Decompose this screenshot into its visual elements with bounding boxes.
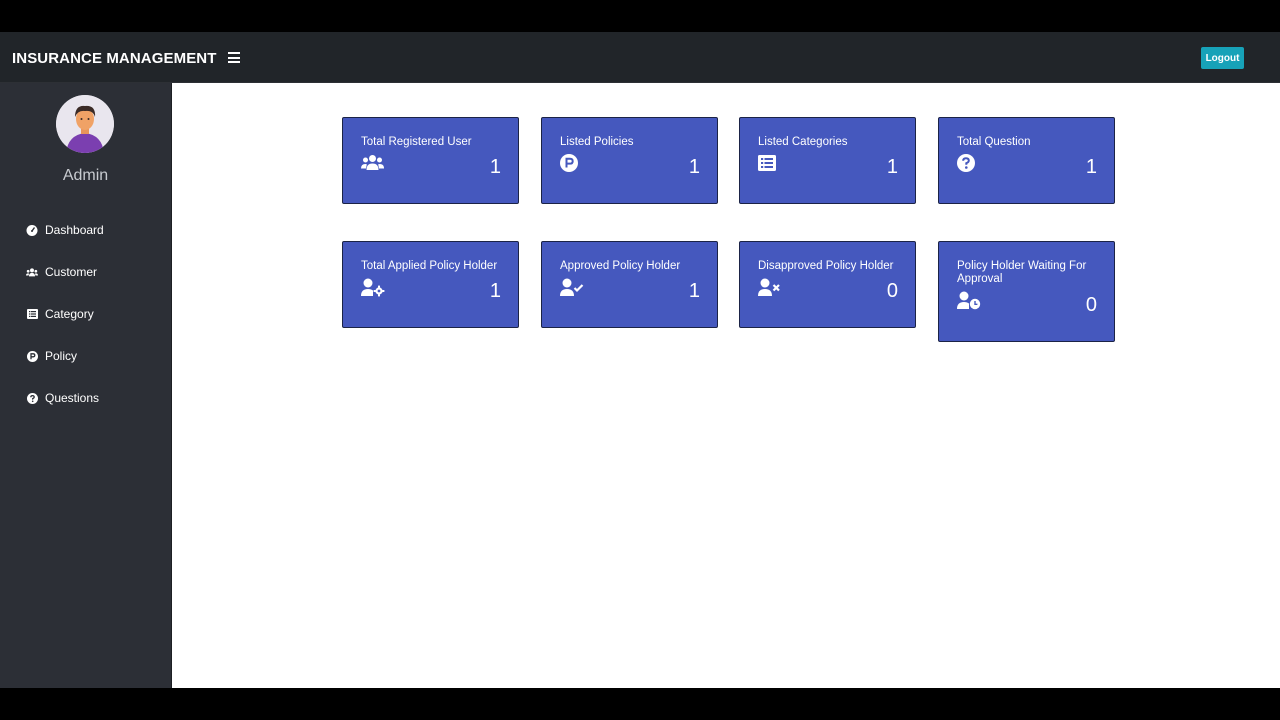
policy-p-icon: [560, 154, 582, 172]
card-total-question[interactable]: Total Question 1: [938, 117, 1115, 204]
card-title: Total Question: [957, 136, 1031, 148]
list-icon: [26, 308, 38, 320]
dashboard-icon: [26, 224, 38, 236]
list-icon: [758, 155, 780, 173]
card-title: Listed Categories: [758, 136, 848, 148]
card-title: Listed Policies: [560, 136, 634, 148]
sidebar-item-customer[interactable]: Customer: [0, 251, 171, 293]
sidebar-item-label: Policy: [45, 349, 78, 363]
card-approved-policy-holder[interactable]: Approved Policy Holder 1: [541, 241, 718, 328]
card-count: 1: [688, 156, 700, 178]
admin-name: Admin: [62, 167, 109, 184]
policy-p-icon: [26, 350, 38, 362]
card-title: Total Registered User: [361, 136, 472, 148]
card-count: 0: [1085, 294, 1097, 316]
card-total-registered-user[interactable]: Total Registered User 1: [342, 117, 519, 204]
card-count: 1: [1085, 156, 1097, 178]
card-count: 1: [688, 280, 700, 302]
question-icon: [957, 154, 979, 172]
card-disapproved-policy-holder[interactable]: Disapproved Policy Holder 0: [739, 241, 916, 328]
users-icon: [26, 266, 38, 278]
sidebar-item-label: Questions: [45, 391, 100, 405]
card-listed-categories[interactable]: Listed Categories 1: [739, 117, 916, 204]
card-count: 1: [489, 280, 501, 302]
logout-button[interactable]: Logout: [1201, 47, 1244, 69]
users-icon: [361, 154, 384, 172]
user-check-icon: [560, 278, 584, 296]
user-clock-icon: [957, 291, 981, 310]
card-title: Policy Holder Waiting For Approval: [957, 260, 1087, 285]
sidebar-nav: Dashboard Customer Category Policy Quest…: [0, 209, 171, 419]
brand-title[interactable]: INSURANCE MANAGEMENT: [12, 50, 217, 67]
card-listed-policies[interactable]: Listed Policies 1: [541, 117, 718, 204]
question-icon: [26, 392, 38, 404]
card-count: 0: [886, 280, 898, 302]
user-cog-icon: [361, 278, 385, 297]
card-title: Disapproved Policy Holder: [758, 260, 894, 272]
card-count: 1: [886, 156, 898, 178]
user-times-icon: [758, 278, 780, 296]
card-title: Approved Policy Holder: [560, 260, 681, 272]
avatar: [56, 95, 114, 153]
card-total-applied-policy-holder[interactable]: Total Applied Policy Holder 1: [342, 241, 519, 328]
app-window: INSURANCE MANAGEMENT Logout Admin Dashbo…: [0, 32, 1280, 688]
sidebar-item-dashboard[interactable]: Dashboard: [0, 209, 171, 251]
card-policy-holder-waiting[interactable]: Policy Holder Waiting For Approval 0: [938, 241, 1115, 342]
sidebar-item-label: Category: [45, 307, 94, 321]
card-count: 1: [489, 156, 501, 178]
sidebar-item-label: Dashboard: [45, 223, 104, 237]
menu-toggle-icon[interactable]: [228, 52, 240, 63]
card-title: Total Applied Policy Holder: [361, 260, 498, 272]
sidebar-item-policy[interactable]: Policy: [0, 335, 171, 377]
sidebar-item-questions[interactable]: Questions: [0, 377, 171, 419]
sidebar-item-label: Customer: [45, 265, 98, 279]
sidebar: Admin Dashboard Customer Category Policy…: [0, 83, 172, 688]
sidebar-item-category[interactable]: Category: [0, 293, 171, 335]
top-navbar: INSURANCE MANAGEMENT Logout: [0, 32, 1280, 83]
